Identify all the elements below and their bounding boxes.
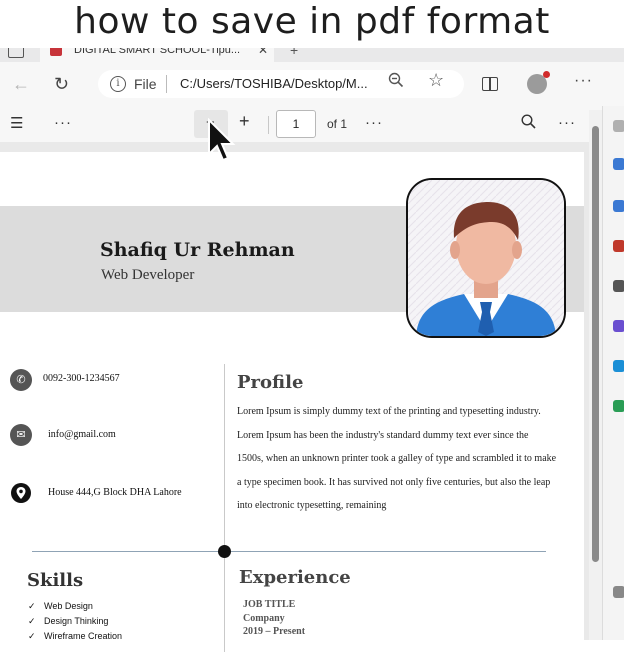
vertical-scrollbar[interactable] xyxy=(589,110,602,640)
experience-entry: JOB TITLE Company 2019 – Present xyxy=(243,598,305,639)
experience-heading: Experience xyxy=(239,567,351,588)
resume-name: Shafiq Ur Rehman xyxy=(100,239,295,261)
profile-photo xyxy=(406,178,566,338)
check-icon: ✓ xyxy=(28,631,36,641)
address-bar[interactable]: i File C:/Users/TOSHIBA/Desktop/M... xyxy=(98,70,464,98)
sidebar-item-icon[interactable] xyxy=(613,240,624,252)
settings-more-icon[interactable]: ··· xyxy=(558,114,576,131)
toolbar-divider xyxy=(268,116,269,134)
profile-text: Lorem Ipsum is simply dummy text of the … xyxy=(237,406,557,511)
file-scheme-label: File xyxy=(134,76,157,92)
zoom-out-icon[interactable] xyxy=(388,72,404,92)
sidebar-item-icon[interactable] xyxy=(613,586,624,598)
search-icon[interactable] xyxy=(521,114,536,133)
timeline-node xyxy=(218,545,231,558)
job-dates: 2019 – Present xyxy=(243,626,306,637)
location-icon xyxy=(10,482,32,507)
table-of-contents-icon[interactable]: ☰ xyxy=(10,114,23,132)
skills-list: ✓ Web Design ✓ Design Thinking ✓ Wireframe … xyxy=(28,601,122,646)
refresh-icon[interactable]: ↻ xyxy=(54,74,69,94)
mouse-cursor-icon xyxy=(207,117,237,169)
plus-icon[interactable]: + xyxy=(239,111,250,132)
back-icon[interactable]: ← xyxy=(12,74,30,94)
email-text: info@gmail.com xyxy=(48,429,116,440)
favorite-star-icon[interactable]: ☆ xyxy=(428,70,444,91)
check-icon: ✓ xyxy=(28,616,36,626)
profile-heading: Profile xyxy=(237,372,304,393)
phone-text: 0092-300-1234567 xyxy=(43,373,120,384)
pdf-page: Shafiq Ur Rehman Web Developer ✆ 0092-30… xyxy=(0,152,584,652)
notification-dot xyxy=(543,71,550,78)
more-page-options-icon[interactable]: ··· xyxy=(365,114,383,131)
profile-avatar[interactable] xyxy=(527,71,550,94)
browser-sidebar xyxy=(602,106,624,640)
pdf-viewer[interactable]: Shafiq Ur Rehman Web Developer ✆ 0092-30… xyxy=(0,142,602,652)
url-divider xyxy=(166,75,167,93)
sidebar-item-icon[interactable] xyxy=(613,360,624,372)
company-name: Company xyxy=(243,612,285,624)
timeline-vertical-line xyxy=(224,364,225,652)
mail-icon: ✉ xyxy=(10,424,32,446)
timeline-horizontal-line xyxy=(32,551,546,552)
skill-item: ✓ Wireframe Creation xyxy=(28,631,123,641)
video-caption: how to save in pdf format xyxy=(0,0,624,48)
page-number-input[interactable]: 1 xyxy=(276,110,316,138)
resume-role: Web Developer xyxy=(101,267,195,283)
more-tools-icon[interactable]: ··· xyxy=(54,114,72,131)
sidebar-item-icon[interactable] xyxy=(613,120,624,132)
browser-menu-icon[interactable]: ··· xyxy=(574,72,593,90)
skills-heading: Skills xyxy=(27,570,84,591)
page-total-label: of 1 xyxy=(327,117,348,131)
url-text[interactable]: C:/Users/TOSHIBA/Desktop/M... xyxy=(180,76,368,91)
scrollbar-thumb[interactable] xyxy=(592,126,599,562)
skill-item: ✓ Design Thinking xyxy=(28,616,109,626)
sidebar-item-icon[interactable] xyxy=(613,280,624,292)
check-icon: ✓ xyxy=(28,601,36,611)
split-screen-icon[interactable] xyxy=(482,77,498,91)
info-icon[interactable]: i xyxy=(110,76,126,92)
caption-text: how to save in pdf format xyxy=(74,1,550,42)
pdf-toolbar: ☰ ··· − + 1 of 1 ··· ··· xyxy=(0,106,602,143)
skill-item: ✓ Web Design xyxy=(28,601,93,611)
sidebar-item-icon[interactable] xyxy=(613,200,624,212)
sidebar-item-icon[interactable] xyxy=(613,320,624,332)
job-title: JOB TITLE xyxy=(243,599,296,610)
sidebar-item-icon[interactable] xyxy=(613,158,624,170)
phone-icon: ✆ xyxy=(10,369,32,391)
address-text: House 444,G Block DHA Lahore xyxy=(48,487,182,498)
sidebar-item-icon[interactable] xyxy=(613,400,624,412)
